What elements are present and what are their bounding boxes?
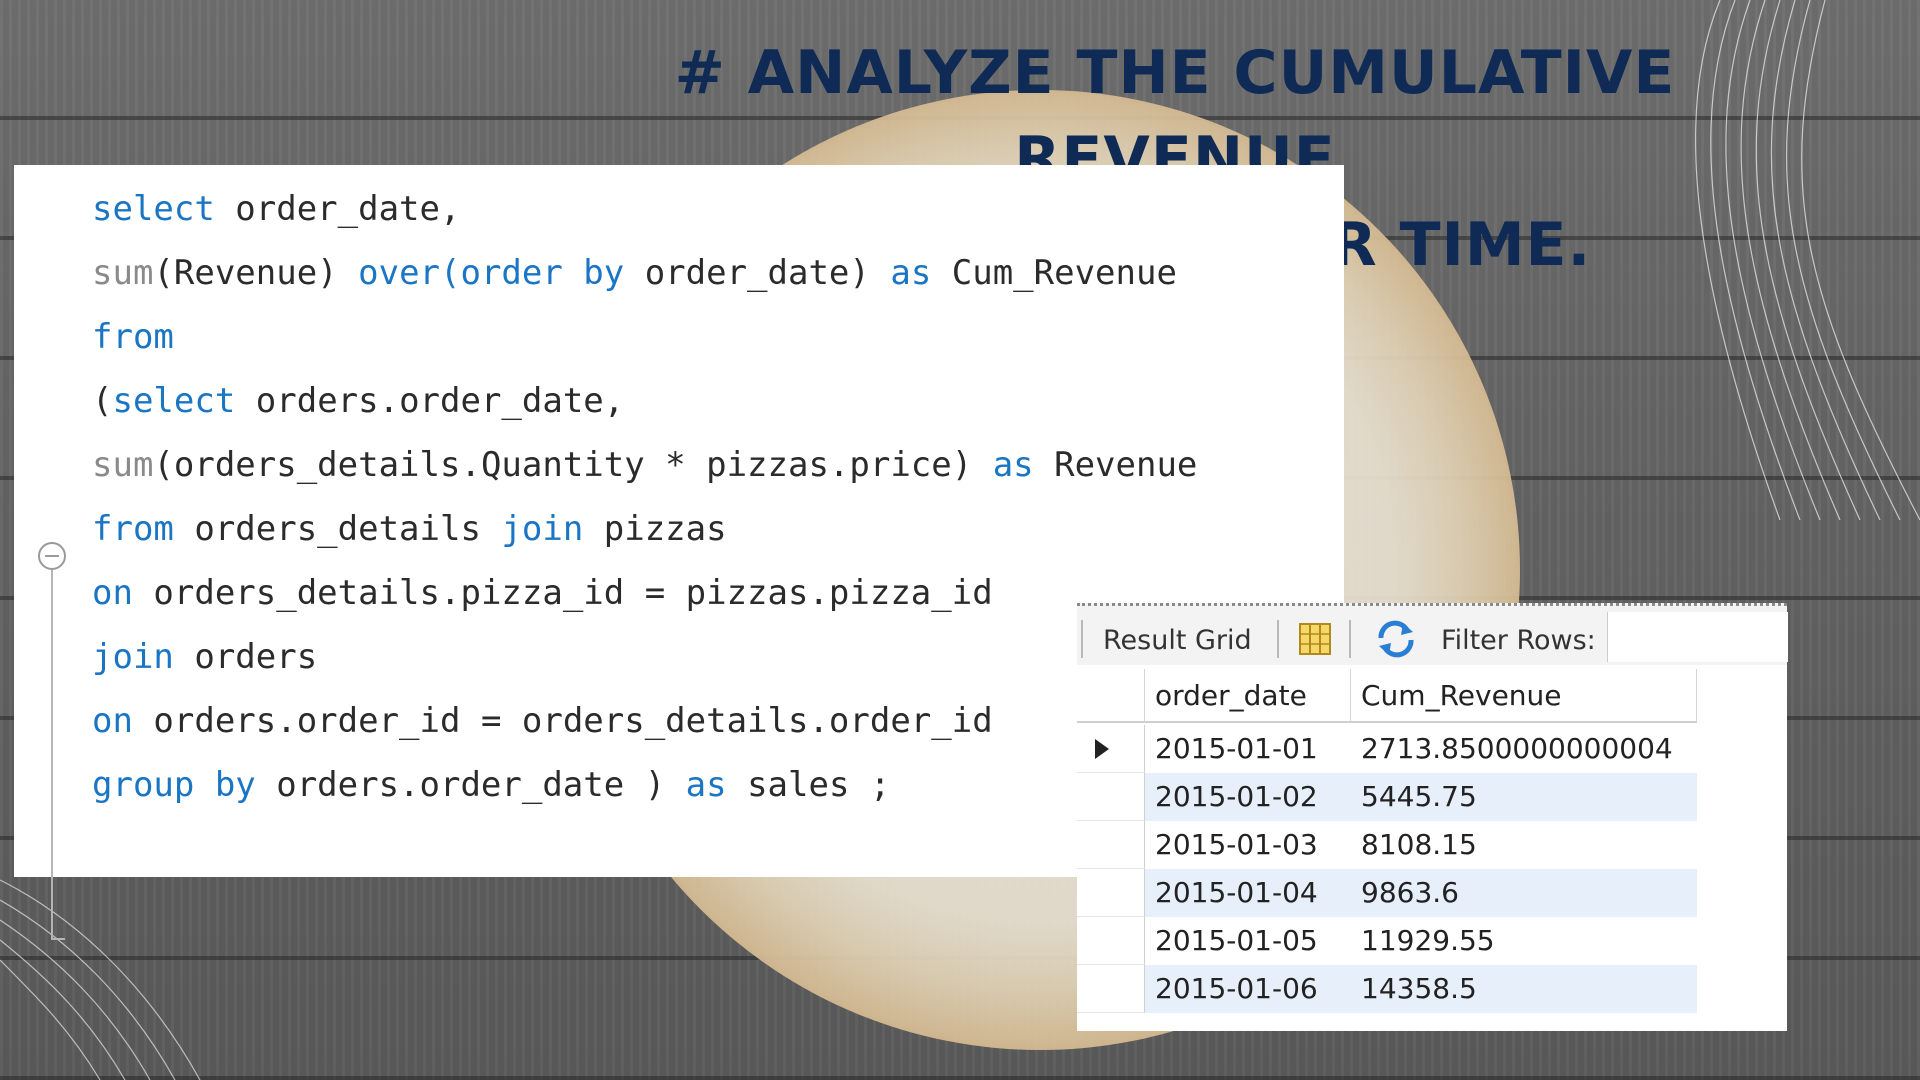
code-text: pizzas [583, 509, 727, 549]
code-text: (Revenue) [153, 253, 359, 293]
code-text: Cum_Revenue [931, 253, 1177, 293]
result-toolbar: Result Grid Filter Rows: [1077, 603, 1788, 665]
keyword: group by [92, 765, 256, 805]
row-header[interactable] [1077, 917, 1145, 965]
cell-order-date[interactable]: 2015-01-01 [1145, 725, 1351, 773]
keyword: from [92, 317, 174, 357]
code-line-2: sum(Revenue) over(order by order_date) a… [92, 253, 1177, 293]
fold-guide-end [51, 938, 65, 940]
code-text: Revenue [1033, 445, 1198, 485]
code-line-3: from [92, 317, 174, 357]
cell-cum-revenue[interactable]: 9863.6 [1351, 869, 1697, 917]
code-text: orders.order_date ) [255, 765, 686, 805]
code-line-6: from orders_details join pizzas [92, 509, 727, 549]
row-header[interactable] [1077, 725, 1145, 773]
keyword: from [92, 509, 174, 549]
cell-order-date[interactable]: 2015-01-06 [1145, 965, 1351, 1013]
result-grid-panel: Result Grid Filter Rows: order_date Cum_… [1077, 603, 1788, 1031]
result-grid-tab[interactable]: Result Grid [1103, 625, 1252, 656]
cell-order-date[interactable]: 2015-01-02 [1145, 773, 1351, 821]
code-text: ( [92, 381, 113, 421]
code-line-7: on orders_details.pizza_id = pizzas.pizz… [92, 573, 993, 613]
collapse-icon[interactable] [38, 542, 66, 570]
toolbar-separator [1349, 620, 1351, 658]
row-header[interactable] [1077, 773, 1145, 821]
row-header[interactable] [1077, 869, 1145, 917]
cell-order-date[interactable]: 2015-01-05 [1145, 917, 1351, 965]
cell-cum-revenue[interactable]: 14358.5 [1351, 965, 1697, 1013]
code-line-8: join orders [92, 637, 317, 677]
code-text: order_date, [214, 189, 461, 229]
keyword: select [92, 189, 215, 229]
keyword: join [501, 509, 584, 549]
sql-code[interactable]: select order_date, sum(Revenue) over(ord… [92, 177, 1197, 817]
code-text: orders [173, 637, 318, 677]
cell-order-date[interactable]: 2015-01-03 [1145, 821, 1351, 869]
keyword: select [112, 381, 236, 421]
code-text: orders_details [173, 509, 502, 549]
code-line-4: (select orders.order_date, [92, 381, 624, 421]
fold-guide-line [51, 570, 53, 940]
grid-view-icon[interactable] [1297, 621, 1333, 657]
cell-order-date[interactable]: 2015-01-04 [1145, 869, 1351, 917]
function-name: sum [92, 445, 154, 485]
cell-cum-revenue[interactable]: 2713.8500000000004 [1351, 725, 1697, 773]
keyword: on [92, 573, 133, 613]
code-line-5: sum(orders_details.Quantity * pizzas.pri… [92, 445, 1197, 485]
function-name: sum [92, 253, 154, 293]
row-header[interactable] [1077, 821, 1145, 869]
column-header-order-date[interactable]: order_date [1145, 669, 1351, 723]
keyword: as [890, 253, 932, 293]
code-text: sales ; [726, 765, 891, 805]
keyword: as [992, 445, 1034, 485]
toolbar-separator [1081, 620, 1083, 658]
decorative-lines-bottom-left [0, 879, 201, 1080]
cell-cum-revenue[interactable]: 5445.75 [1351, 773, 1697, 821]
code-line-10: group by orders.order_date ) as sales ; [92, 765, 890, 805]
keyword: over(order by [358, 253, 625, 293]
keyword: join [92, 637, 174, 677]
filter-rows-label: Filter Rows: [1441, 625, 1596, 656]
toolbar-separator [1277, 620, 1279, 658]
current-row-arrow-icon [1095, 739, 1109, 759]
code-line-9: on orders.order_id = orders_details.orde… [92, 701, 993, 741]
filter-rows-input[interactable] [1607, 612, 1788, 662]
code-text: (orders_details.Quantity * pizzas.price) [153, 445, 993, 485]
keyword: on [92, 701, 133, 741]
refresh-icon[interactable] [1375, 620, 1417, 658]
keyword: as [685, 765, 727, 805]
cell-cum-revenue[interactable]: 8108.15 [1351, 821, 1697, 869]
row-header[interactable] [1077, 965, 1145, 1013]
code-text: orders_details.pizza_id = pizzas.pizza_i… [132, 573, 993, 613]
row-header-corner [1077, 669, 1145, 723]
code-text: order_date) [624, 253, 891, 293]
code-text: orders.order_id = orders_details.order_i… [132, 701, 993, 741]
cell-cum-revenue[interactable]: 11929.55 [1351, 917, 1697, 965]
code-text: orders.order_date, [235, 381, 625, 421]
code-line-1: select order_date, [92, 189, 460, 229]
column-header-cum-revenue[interactable]: Cum_Revenue [1351, 669, 1697, 723]
